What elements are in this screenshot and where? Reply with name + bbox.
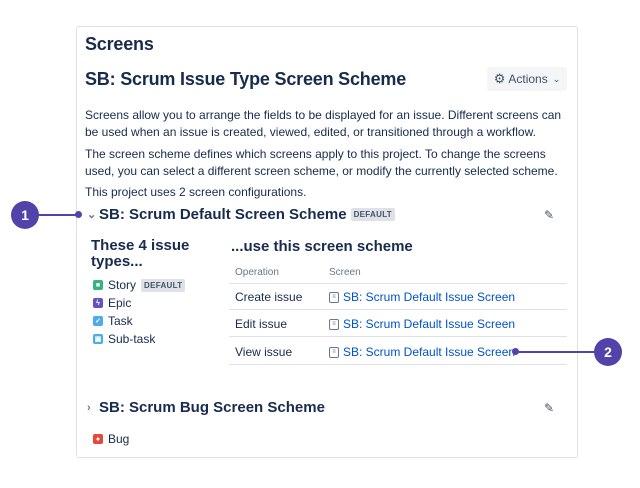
description-1: Screens allow you to arrange the fields … bbox=[85, 108, 562, 139]
scheme-default-toggle[interactable]: ⌄ SB: Scrum Default Screen Scheme DEFAUL… bbox=[87, 206, 395, 223]
issue-type-label: Story bbox=[108, 278, 137, 292]
issue-type-label: Bug bbox=[108, 432, 130, 446]
default-badge: DEFAULT bbox=[141, 278, 186, 292]
epic-icon: ϟ bbox=[93, 298, 103, 308]
actions-label: Actions bbox=[508, 72, 548, 86]
screen-icon: ≡ bbox=[329, 318, 339, 330]
screen-link-create[interactable]: ≡ SB: Scrum Default Issue Screen bbox=[329, 290, 515, 304]
screens-panel: Screens SB: Scrum Issue Type Screen Sche… bbox=[76, 26, 578, 458]
table-divider bbox=[229, 309, 567, 310]
chevron-down-icon: ⌄ bbox=[552, 73, 561, 84]
screen-link-label: SB: Scrum Default Issue Screen bbox=[343, 290, 516, 304]
issue-type-label: Sub-task bbox=[108, 332, 156, 346]
subtask-icon: ▣ bbox=[93, 334, 103, 344]
issue-type-story: ■ Story DEFAULT bbox=[93, 278, 186, 292]
callout-2-line bbox=[516, 351, 596, 353]
gear-icon: ⚙ bbox=[493, 71, 506, 86]
chevron-right-icon: › bbox=[87, 401, 91, 414]
scheme-bug-name: SB: Scrum Bug Screen Scheme bbox=[99, 399, 325, 416]
callout-1-line bbox=[38, 214, 78, 216]
issue-type-label: Epic bbox=[108, 296, 132, 310]
issue-type-task: ✓ Task bbox=[93, 314, 133, 328]
config-count: This project uses 2 screen configuration… bbox=[85, 185, 307, 199]
callout-1-dot bbox=[75, 211, 82, 218]
scheme-default-name: SB: Scrum Default Screen Scheme bbox=[99, 206, 347, 223]
column-header-screen: Screen bbox=[329, 267, 361, 278]
screen-icon: ≡ bbox=[329, 346, 339, 358]
edit-pencil-icon[interactable]: ✎ bbox=[544, 208, 554, 222]
issue-types-heading: These 4 issue types... bbox=[91, 237, 190, 270]
screen-link-label: SB: Scrum Default Issue Screen bbox=[343, 317, 516, 331]
screen-link-edit[interactable]: ≡ SB: Scrum Default Issue Screen bbox=[329, 317, 515, 331]
actions-button[interactable]: ⚙ Actions ⌄ bbox=[487, 67, 567, 91]
description-2: The screen scheme defines which screens … bbox=[85, 147, 558, 178]
callout-2-dot bbox=[512, 348, 519, 355]
default-badge: DEFAULT bbox=[350, 208, 395, 221]
bug-icon: ● bbox=[93, 434, 103, 444]
table-divider bbox=[229, 336, 567, 337]
edit-pencil-icon[interactable]: ✎ bbox=[544, 401, 554, 415]
issue-type-bug: ● Bug bbox=[93, 432, 129, 446]
screen-link-view[interactable]: ≡ SB: Scrum Default Issue Screen bbox=[329, 345, 515, 359]
column-header-operation: Operation bbox=[235, 267, 279, 278]
callout-1: 1 bbox=[11, 201, 39, 229]
operation-edit: Edit issue bbox=[235, 317, 288, 331]
issue-type-subtask: ▣ Sub-task bbox=[93, 332, 155, 346]
issue-type-label: Task bbox=[108, 314, 133, 328]
use-scheme-heading: ...use this screen scheme bbox=[231, 238, 413, 255]
table-divider bbox=[229, 283, 567, 284]
page-title: Screens bbox=[85, 34, 154, 54]
issue-type-epic: ϟ Epic bbox=[93, 296, 131, 310]
screen-icon: ≡ bbox=[329, 291, 339, 303]
story-icon: ■ bbox=[93, 280, 103, 290]
task-icon: ✓ bbox=[93, 316, 103, 326]
scheme-title: SB: Scrum Issue Type Screen Scheme bbox=[85, 69, 407, 89]
chevron-down-icon: ⌄ bbox=[87, 209, 97, 221]
operation-view: View issue bbox=[235, 345, 293, 359]
callout-2: 2 bbox=[594, 338, 622, 366]
table-divider bbox=[229, 364, 567, 365]
operation-create: Create issue bbox=[235, 290, 303, 304]
scheme-bug-toggle[interactable]: › SB: Scrum Bug Screen Scheme bbox=[87, 399, 325, 416]
screen-link-label: SB: Scrum Default Issue Screen bbox=[343, 345, 516, 359]
